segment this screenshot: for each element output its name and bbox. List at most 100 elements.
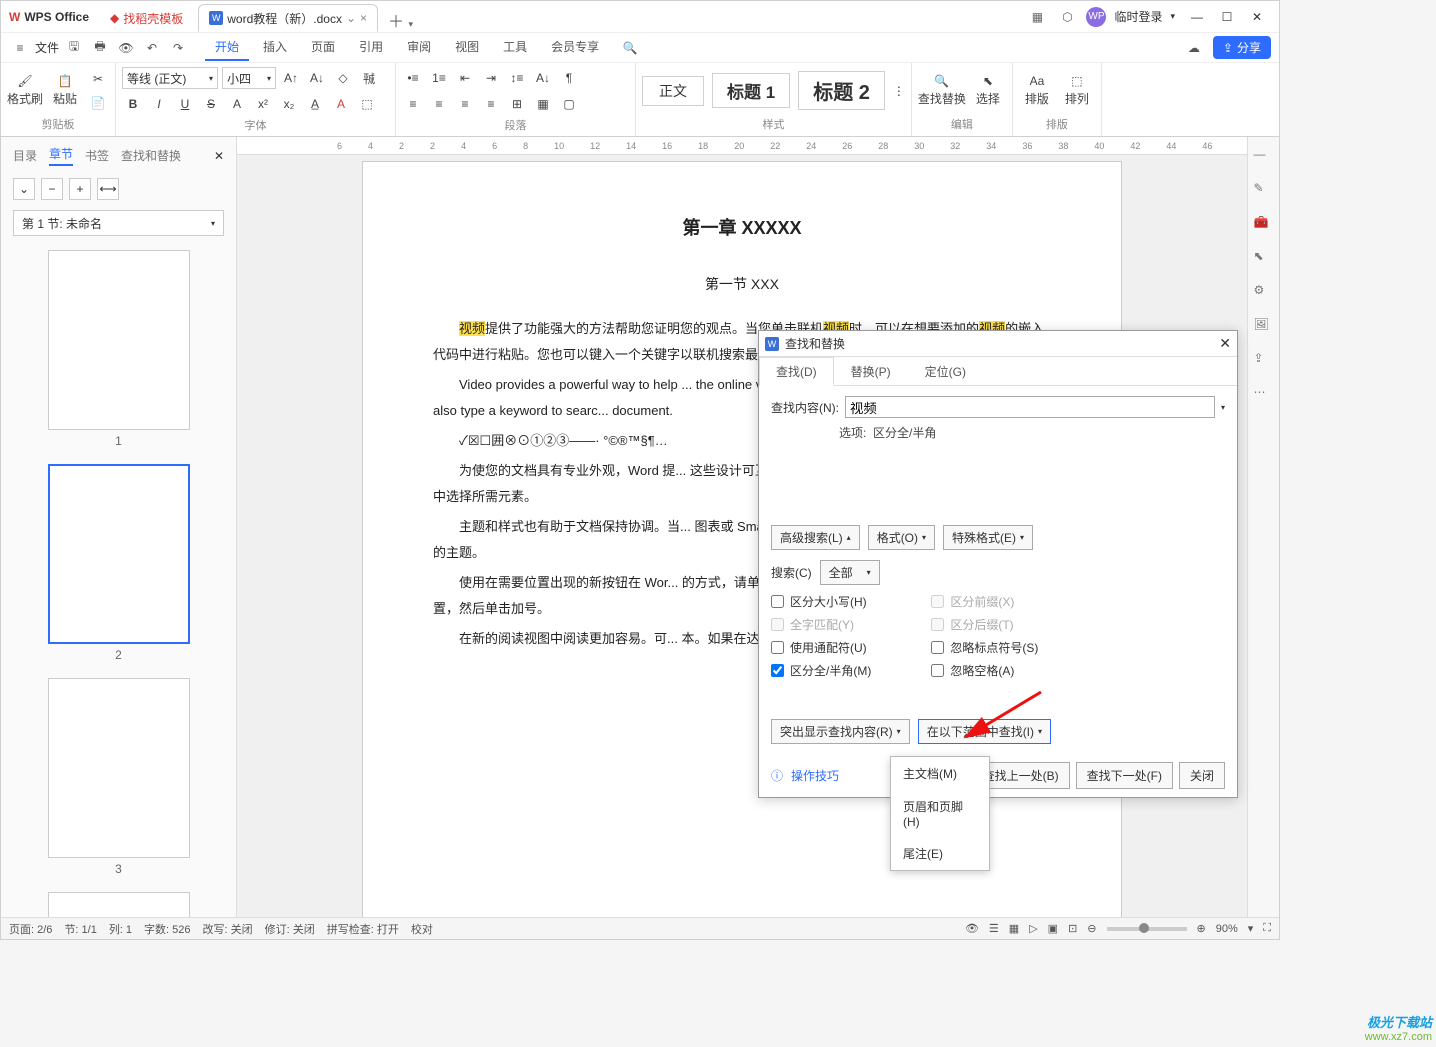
strike-button[interactable]: S [200,93,222,115]
cloud-icon[interactable]: ☁ [1183,37,1205,59]
page-thumbnail[interactable]: 2 [48,464,190,662]
tips-link[interactable]: 操作技巧 [791,767,839,784]
status-zoom[interactable]: 90% [1216,923,1238,935]
new-tab-button[interactable]: ＋ ▾ [380,8,421,32]
copy-icon[interactable]: 📄 [87,92,109,114]
layout-view-icon[interactable]: ▦ [1026,6,1048,28]
format-painter-button[interactable]: 🖌 格式刷 [7,68,43,114]
menu-tab-7[interactable]: 会员专享 [541,34,609,61]
fit-page-icon[interactable]: ⛶ [1263,922,1271,935]
checks-right-2[interactable]: 忽略标点符号(S) [931,639,1038,656]
cut-icon[interactable]: ✂ [87,68,109,90]
tab-close-icon[interactable]: × [360,11,367,25]
bullets-icon[interactable]: •≡ [402,67,424,89]
checks-right-3[interactable]: 忽略空格(A) [931,662,1038,679]
focus-icon[interactable]: ⊡ [1068,922,1077,935]
zoom-in-icon[interactable]: ⊕ [1197,922,1206,935]
row-layout-button[interactable]: Aa排版 [1019,68,1055,114]
minimize-icon[interactable]: — [1183,6,1211,28]
line-spacing-icon[interactable]: ↕≡ [506,67,528,89]
styles-more-icon[interactable]: ⋮ [893,84,905,98]
section-selector[interactable]: 第 1 节: 未命名 ▾ [13,210,224,236]
status-column[interactable]: 列: 1 [109,921,132,937]
maximize-icon[interactable]: ☐ [1213,6,1241,28]
distribute-icon[interactable]: ⊞ [506,93,528,115]
share-button[interactable]: ⇪ 分享 [1213,36,1271,59]
tab-templates[interactable]: ◆ 找稻壳模板 [99,4,194,32]
bold-button[interactable]: B [122,93,144,115]
ruler[interactable]: 6422468101214161820222426283032343638404… [237,137,1247,155]
menu-tab-3[interactable]: 引用 [349,34,393,61]
status-revise[interactable]: 修订: 关闭 [265,921,315,937]
save-icon[interactable]: 🖫 [63,37,85,59]
decrease-indent-icon[interactable]: ⇤ [454,67,476,89]
search-in-range-button[interactable]: 在以下范围中查找(I) ▾ [918,719,1051,744]
status-track[interactable]: 改写: 关闭 [203,921,253,937]
clear-format-icon[interactable]: ◇ [332,67,354,89]
menu-hamburger-icon[interactable]: ≡ [9,37,31,59]
range-option-1[interactable]: 页眉和页脚(H) [891,790,989,837]
tab-document[interactable]: W word教程（新）.docx ⌄ × [198,4,378,32]
tab-goto[interactable]: 定位(G) [908,357,983,386]
numbering-icon[interactable]: 1≡ [428,67,450,89]
eye-icon[interactable]: 👁 [965,922,979,935]
menu-tab-2[interactable]: 页面 [301,34,345,61]
highlight-icon[interactable]: A̲ [304,93,326,115]
font-name-select[interactable]: 等线 (正文)▾ [122,67,218,89]
pen-icon[interactable]: ✎ [1254,181,1274,201]
login-label[interactable]: 临时登录 [1114,8,1162,25]
status-spell[interactable]: 拼写检查: 打开 [327,921,399,937]
status-words[interactable]: 字数: 526 [144,921,190,937]
align-right-icon[interactable]: ≡ [454,93,476,115]
share-side-icon[interactable]: ⇪ [1254,351,1274,371]
borders-icon[interactable]: ▢ [558,93,580,115]
decrease-font-icon[interactable]: A↓ [306,67,328,89]
search-history-icon[interactable]: ▾ [1221,403,1225,412]
showmarks-icon[interactable]: ¶ [558,67,580,89]
menu-tab-4[interactable]: 审阅 [397,34,441,61]
select-button[interactable]: ⬉选择 [970,68,1006,114]
checks-left-3[interactable]: 区分全/半角(M) [771,662,871,679]
nav-tab-3[interactable]: 查找和替换 [121,147,181,164]
nav-tab-1[interactable]: 章节 [49,145,73,166]
settings-slider-icon[interactable]: ⚙ [1254,283,1274,303]
image-icon[interactable]: 🖼 [1254,317,1274,337]
find-replace-button[interactable]: 🔍查找替换 [918,68,966,114]
justify-icon[interactable]: ≡ [480,93,502,115]
menu-tab-6[interactable]: 工具 [493,34,537,61]
advanced-search-button[interactable]: 高级搜索(L) ▴ [771,525,860,550]
superscript-icon[interactable]: x² [252,93,274,115]
nav-tab-2[interactable]: 书签 [85,147,109,164]
nav-close-icon[interactable]: ✕ [214,149,224,163]
search-content-input[interactable] [845,396,1215,418]
reading-view-icon[interactable]: ☰ [989,922,999,935]
play-icon[interactable]: ▷ [1029,922,1037,935]
style-swatch-2[interactable]: 标题 2 [798,71,885,110]
increase-font-icon[interactable]: A↑ [280,67,302,89]
select-tool-icon[interactable]: ⬉ [1254,249,1274,269]
nav-expand-button[interactable]: ⌄ [13,178,35,200]
nav-collapse-button[interactable]: ⟷ [97,178,119,200]
menu-tab-1[interactable]: 插入 [253,34,297,61]
checks-left-2[interactable]: 使用通配符(U) [771,639,871,656]
tab-replace[interactable]: 替换(P) [834,357,908,386]
more-icon[interactable]: ⋯ [1254,385,1274,405]
redo-icon[interactable]: ↷ [167,37,189,59]
minus-icon[interactable]: — [1254,147,1274,167]
toolbox-icon[interactable]: 🧰 [1254,215,1274,235]
search-scope-select[interactable]: 全部▾ [820,560,880,585]
range-option-0[interactable]: 主文档(M) [891,757,989,790]
italic-button[interactable]: I [148,93,170,115]
align-left-icon[interactable]: ≡ [402,93,424,115]
range-option-2[interactable]: 尾注(E) [891,837,989,870]
close-button[interactable]: 关闭 [1179,762,1225,789]
page-thumbnail[interactable]: 4 [48,892,190,917]
zoom-out-icon[interactable]: ⊖ [1087,922,1096,935]
avatar[interactable]: WP [1086,7,1106,27]
subscript-icon[interactable]: x₂ [278,93,300,115]
print-icon[interactable]: 🖶 [89,37,111,59]
tab-find[interactable]: 查找(D) [759,357,834,386]
font-color-icon[interactable]: A [330,93,352,115]
font-size-select[interactable]: 小四▾ [222,67,276,89]
align-center-icon[interactable]: ≡ [428,93,450,115]
